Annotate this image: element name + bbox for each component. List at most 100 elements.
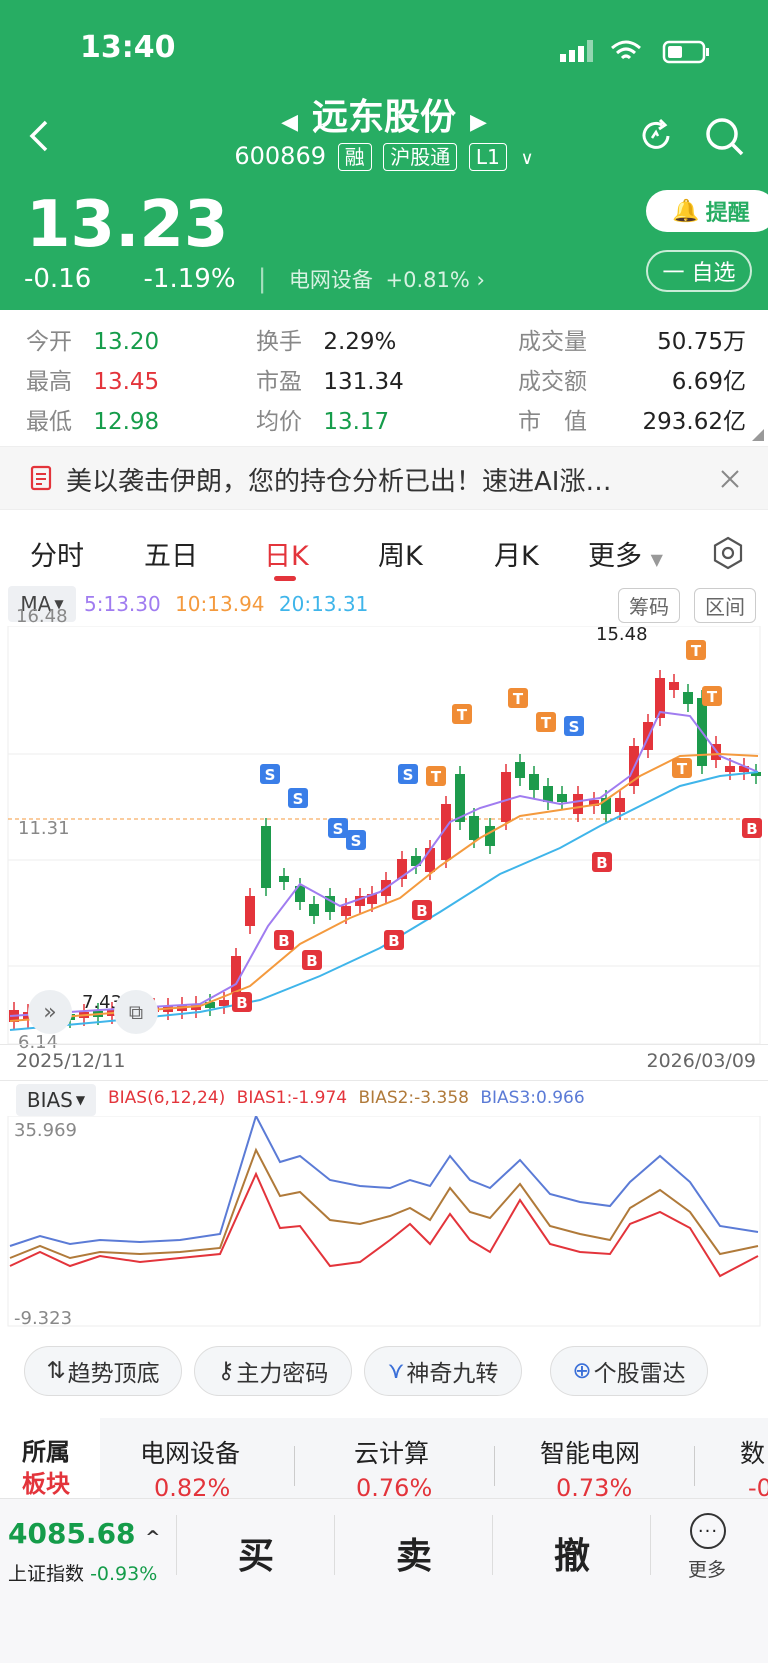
expand-left-icon[interactable]: » [28,990,72,1034]
signal-marker-label: T [513,690,524,708]
divider [294,1446,295,1486]
radar-button[interactable]: ⊕ 个股雷达 [550,1346,708,1396]
main-force-button[interactable]: ⚷ 主力密码 [194,1346,352,1396]
bias-chart[interactable] [0,1116,768,1328]
index-value[interactable]: 4085.68 ^ [8,1517,160,1550]
high-marker: 15.48 [596,624,648,645]
tab-weekly-k[interactable]: 周K [378,534,423,573]
candle-body [543,786,553,802]
turnover-value: 2.29% [323,329,397,355]
sort-icon: ⇅ [46,1358,66,1384]
sector-item-pct: -0 [748,1474,768,1498]
signal-marker-label: T [707,688,718,706]
bias-selector[interactable]: BIAS ▼ [16,1084,96,1116]
price-change: -0.16 [24,264,92,294]
trend-tool-button[interactable]: ⇅ 趋势顶底 [24,1346,182,1396]
sell-button[interactable]: 卖 [396,1527,432,1579]
y-mid-label: 11.31 [18,818,70,839]
sector-item-name[interactable]: 云计算 [354,1434,429,1470]
tab-five-day[interactable]: 五日 [144,534,198,573]
tab-monthly-k[interactable]: 月K [494,534,539,573]
divider [694,1446,695,1486]
news-text: 美以袭击伊朗，您的持仓分析已出！速进AI涨… [66,467,612,497]
tag-connect: 沪股通 [383,143,458,171]
tab-more[interactable]: 更多 ▼ [588,534,663,573]
sector-item-name[interactable]: 智能电网 [540,1434,640,1470]
low-value: 12.98 [93,409,160,435]
amount-label: 成交额 [518,369,587,395]
low-label: 最低 [26,409,72,435]
expand-corner-icon[interactable] [752,429,764,441]
range-button[interactable]: 区间 [694,588,756,623]
ma-legend: 5:13.30 10:13.94 20:13.31 [84,592,368,616]
bias3-value: BIAS3:0.966 [480,1088,585,1108]
sector-item-pct: 0.76% [356,1474,433,1498]
refresh-icon[interactable] [636,116,676,156]
fullscreen-icon[interactable]: ⧉ [114,990,158,1034]
alert-button[interactable]: 🔔 提醒 [646,190,768,232]
signal-marker-label: S [351,832,362,850]
search-icon[interactable] [704,116,746,158]
signal-marker-label: T [541,714,552,732]
turnover-label: 换手 [256,329,302,355]
stock-name: 远东股份 [311,97,456,138]
favorite-button[interactable]: 一 自选 [646,250,752,292]
trade-footer: 4085.68 ^ 上证指数 -0.93% 买 卖 撤 ··· 更多 [0,1498,768,1663]
sector-item-name[interactable]: 电网设备 [140,1434,240,1470]
more-label[interactable]: 更多 [688,1555,726,1582]
bias1-line [9,1171,759,1278]
tab-indicator [274,576,296,581]
tab-daily-k[interactable]: 日K [264,534,309,573]
divider [494,1446,495,1486]
pe-value: 131.34 [323,369,404,395]
ma10-value: 10:13.94 [175,592,265,616]
sector-item-pct: 0.73% [556,1474,633,1498]
divider [334,1515,335,1575]
more-icon[interactable]: ··· [690,1513,726,1549]
volume-value: 50.75万 [657,329,746,355]
tab-intraday[interactable]: 分时 [30,534,84,573]
wifi-icon [611,40,641,60]
signal-icon [560,40,593,62]
signal-marker-label: B [236,994,247,1012]
signal-marker-label: B [416,902,427,920]
bias-params: BIAS(6,12,24) [108,1088,226,1108]
prev-stock-icon[interactable]: ◀ [281,110,298,135]
chevron-down-icon[interactable]: ∨ [520,148,533,169]
mktcap-value: 293.62亿 [642,409,746,435]
change-row: -0.16 -1.19% | 电网设备 +0.81% › [24,264,485,294]
bias1-value: BIAS1:-1.974 [236,1088,348,1108]
sector-item-pct: 0.82% [154,1474,231,1498]
close-icon[interactable] [720,469,740,489]
current-price: 13.23 [26,188,229,262]
signal-marker-label: B [746,820,757,838]
date-start: 2025/12/11 [16,1050,126,1072]
tool-bar: ⇅ 趋势顶底 ⚷ 主力密码 ⋎ 神奇九转 ⊕ 个股雷达 [0,1346,768,1402]
candle-body [341,906,351,916]
sector-link[interactable]: 电网设备 +0.81% › [289,268,485,292]
chip-button[interactable]: 筹码 [618,588,680,623]
bias2-value: BIAS2:-3.358 [358,1088,469,1108]
quote-stats: 今开 13.20 最高 13.45 最低 12.98 换手 2.29% 市盈 1… [0,310,768,445]
candle-body [219,1000,229,1006]
cancel-order-button[interactable]: 撤 [554,1527,590,1579]
buy-button[interactable]: 买 [238,1527,274,1579]
kline-chart-area[interactable]: MA ▼ 5:13.30 10:13.94 20:13.31 筹码 区间 SSSS… [0,586,768,1336]
sector-item-name[interactable]: 数 [740,1434,768,1470]
candle-body [469,816,479,840]
nine-turn-button[interactable]: ⋎ 神奇九转 [364,1346,522,1396]
sector-title: 所属 板块 [0,1418,100,1498]
news-banner[interactable]: 美以袭击伊朗，您的持仓分析已出！速进AI涨… [0,446,768,510]
candle-body [573,794,583,814]
signal-marker-label: B [306,952,317,970]
open-label: 今开 [26,329,72,355]
price-change-pct: -1.19% [143,264,236,294]
high-value: 13.45 [93,369,160,395]
volume-label: 成交量 [518,329,587,355]
candle-body [615,798,625,812]
divider [0,1044,768,1045]
next-stock-icon[interactable]: ▶ [470,110,487,135]
high-label: 最高 [26,369,72,395]
settings-icon[interactable] [712,536,744,570]
period-tabs: 分时 五日 日K 周K 月K 更多 ▼ [0,520,768,586]
